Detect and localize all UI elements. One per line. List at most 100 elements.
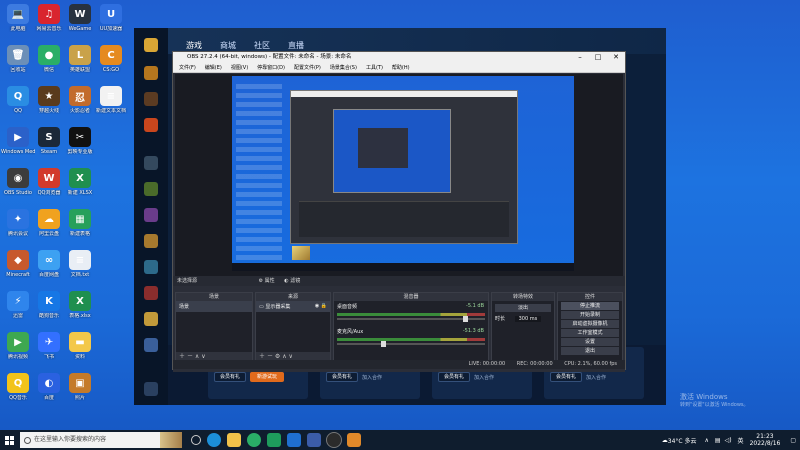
sidebar-game-icon[interactable] (144, 260, 158, 274)
menu-item[interactable]: 停靠窗口(D) (257, 65, 285, 71)
desktop-icon[interactable]: ★ 穿越火线 (32, 86, 66, 114)
volume-icon[interactable]: ◁) (725, 437, 732, 444)
join-button[interactable]: 加入合作 (474, 374, 494, 381)
nav-tab[interactable]: 游戏 (186, 40, 202, 51)
desktop-icon[interactable]: ▣ 照片 (63, 373, 97, 401)
weather-text[interactable]: 34°C 多云 (668, 436, 697, 445)
duration-input[interactable]: 300 ms (514, 316, 542, 322)
source-item[interactable]: ▭ 显示器采集 ◉ 🔒 (256, 301, 330, 312)
desktop-icon[interactable]: Q QQ音乐 (1, 373, 35, 401)
desktop-icon[interactable]: X 表格.xlsx (63, 291, 97, 319)
join-button[interactable]: 加入合作 (362, 374, 382, 381)
settings-button[interactable]: 设置 (561, 338, 619, 346)
wechat-alt-icon[interactable] (267, 433, 281, 447)
start-recording-button[interactable]: 开始录制 (561, 311, 619, 319)
desktop-icon[interactable]: ✦ 腾讯会议 (1, 209, 35, 237)
sidebar-game-icon[interactable] (144, 92, 158, 106)
edge-icon[interactable] (207, 433, 221, 447)
desktop-icon[interactable]: ▶ 腾讯视频 (1, 332, 35, 360)
store-icon[interactable] (307, 433, 321, 447)
desktop-icon[interactable]: K 酷狗音乐 (32, 291, 66, 319)
obs-taskbar-icon[interactable] (326, 432, 342, 448)
nav-tab[interactable]: 社区 (254, 40, 270, 51)
clock[interactable]: 21:23 2022/8/16 (750, 433, 781, 447)
menu-item[interactable]: 工具(T) (366, 65, 383, 71)
member-gift-button[interactable]: 会员有礼 (550, 372, 582, 382)
down-icon[interactable]: ∨ (289, 353, 293, 360)
mail-icon[interactable] (287, 433, 301, 447)
up-icon[interactable]: ∧ (282, 353, 286, 360)
desktop-icon[interactable]: U UU加速器 (94, 4, 128, 32)
start-button[interactable] (0, 430, 18, 450)
desktop-icon[interactable]: ▬ 资料 (63, 332, 97, 360)
menu-item[interactable]: 场景集合(S) (330, 65, 357, 71)
desktop-icon[interactable]: ☁ 阿里云盘 (32, 209, 66, 237)
desktop-icon[interactable]: Q QQ (1, 86, 35, 114)
studio-mode-button[interactable]: 工作室模式 (561, 329, 619, 337)
menu-item[interactable]: 文件(F) (179, 65, 196, 71)
desktop-icon[interactable]: C CS:GO (94, 45, 128, 73)
sidebar-game-icon[interactable] (144, 66, 158, 80)
obs-titlebar[interactable]: OBS 27.2.4 (64-bit, windows) - 配置文件: 未命名… (173, 52, 625, 63)
desktop-icon[interactable]: ▶ Windows Media (1, 127, 35, 155)
launcher-taskbar-icon[interactable] (347, 433, 361, 447)
desktop-icon[interactable]: L 英雄联盟 (63, 45, 97, 73)
desktop-icon[interactable]: S Steam (32, 127, 66, 155)
volume-slider[interactable] (337, 341, 485, 347)
desktop-icon[interactable]: ≡ 新建文本文档 (94, 86, 128, 114)
minimize-icon[interactable]: – (571, 52, 589, 63)
sidebar-game-icon[interactable] (144, 182, 158, 196)
member-gift-button[interactable]: 会员有礼 (326, 372, 358, 382)
tray-chevron-icon[interactable]: ∧ (705, 437, 709, 444)
sidebar-game-icon[interactable] (144, 118, 158, 132)
desktop-icon[interactable]: ♫ 网易云音乐 (32, 4, 66, 32)
stop-streaming-button[interactable]: 停止推流 (561, 302, 619, 310)
desktop-icon[interactable]: W WeGame (63, 4, 97, 32)
desktop-icon[interactable]: X 新建 XLSX (63, 168, 97, 196)
sidebar-game-icon[interactable] (144, 208, 158, 222)
desktop-icon[interactable]: ⚡ 迅雷 (1, 291, 35, 319)
desktop-icon[interactable]: 忍火影忍者 (63, 86, 97, 114)
desktop-icon[interactable]: ≡ 文档.txt (63, 250, 97, 278)
volume-slider[interactable] (337, 316, 485, 322)
close-icon[interactable]: ✕ (607, 52, 625, 63)
chat-icon[interactable] (144, 382, 158, 396)
desktop-icon[interactable]: ● 微信 (32, 45, 66, 73)
ime-indicator[interactable]: 英 (738, 436, 744, 445)
notification-icon[interactable]: ▢ (790, 437, 796, 444)
desktop-icon[interactable]: ∞ 百度网盘 (32, 250, 66, 278)
add-icon[interactable]: ＋ (259, 353, 265, 360)
member-gift-button[interactable]: 会员有礼 (438, 372, 470, 382)
desktop-icon[interactable]: ◆ Minecraft (1, 250, 35, 278)
menu-item[interactable]: 帮助(H) (392, 65, 410, 71)
desktop-icon[interactable]: W QQ浏览器 (32, 168, 66, 196)
nav-tab[interactable]: 商城 (220, 40, 236, 51)
menu-item[interactable]: 视图(V) (231, 65, 248, 71)
remove-icon[interactable]: － (267, 353, 273, 360)
desktop-icon[interactable]: ✈ 飞书 (32, 332, 66, 360)
join-button[interactable]: 加入合作 (586, 374, 606, 381)
menu-item[interactable]: 编辑(E) (205, 65, 222, 71)
sidebar-game-icon[interactable] (144, 312, 158, 326)
try-game-button[interactable]: 新游试玩 (250, 372, 284, 382)
up-icon[interactable]: ∧ (195, 353, 199, 360)
desktop-icon[interactable]: ✂ 剪映专业版 (63, 127, 97, 155)
wechat-icon[interactable] (247, 433, 261, 447)
desktop-icon[interactable]: ◐ 百度 (32, 373, 66, 401)
network-icon[interactable]: ▤ (715, 437, 721, 444)
desktop-icon[interactable]: ▦ 新建表格 (63, 209, 97, 237)
scene-item[interactable]: 场景 (176, 301, 252, 312)
maximize-icon[interactable]: □ (589, 52, 607, 63)
virtual-camera-button[interactable]: 启动虚拟摄像机 (561, 320, 619, 328)
taskbar-search[interactable]: 在这里输入你要搜索的内容 (20, 432, 160, 448)
file-explorer-icon[interactable] (227, 433, 241, 447)
desktop-icon[interactable]: ◉ OBS Studio (1, 168, 35, 196)
desktop-icon[interactable]: 💻 此电脑 (1, 4, 35, 32)
sidebar-game-icon[interactable] (144, 286, 158, 300)
sidebar-game-icon[interactable] (144, 156, 158, 170)
task-view-icon[interactable] (191, 435, 201, 445)
down-icon[interactable]: ∨ (201, 353, 205, 360)
filters-button[interactable]: ◐ 滤镜 (284, 278, 300, 284)
transition-type-select[interactable]: 淡出 (495, 304, 551, 312)
sidebar-game-icon[interactable] (144, 234, 158, 248)
